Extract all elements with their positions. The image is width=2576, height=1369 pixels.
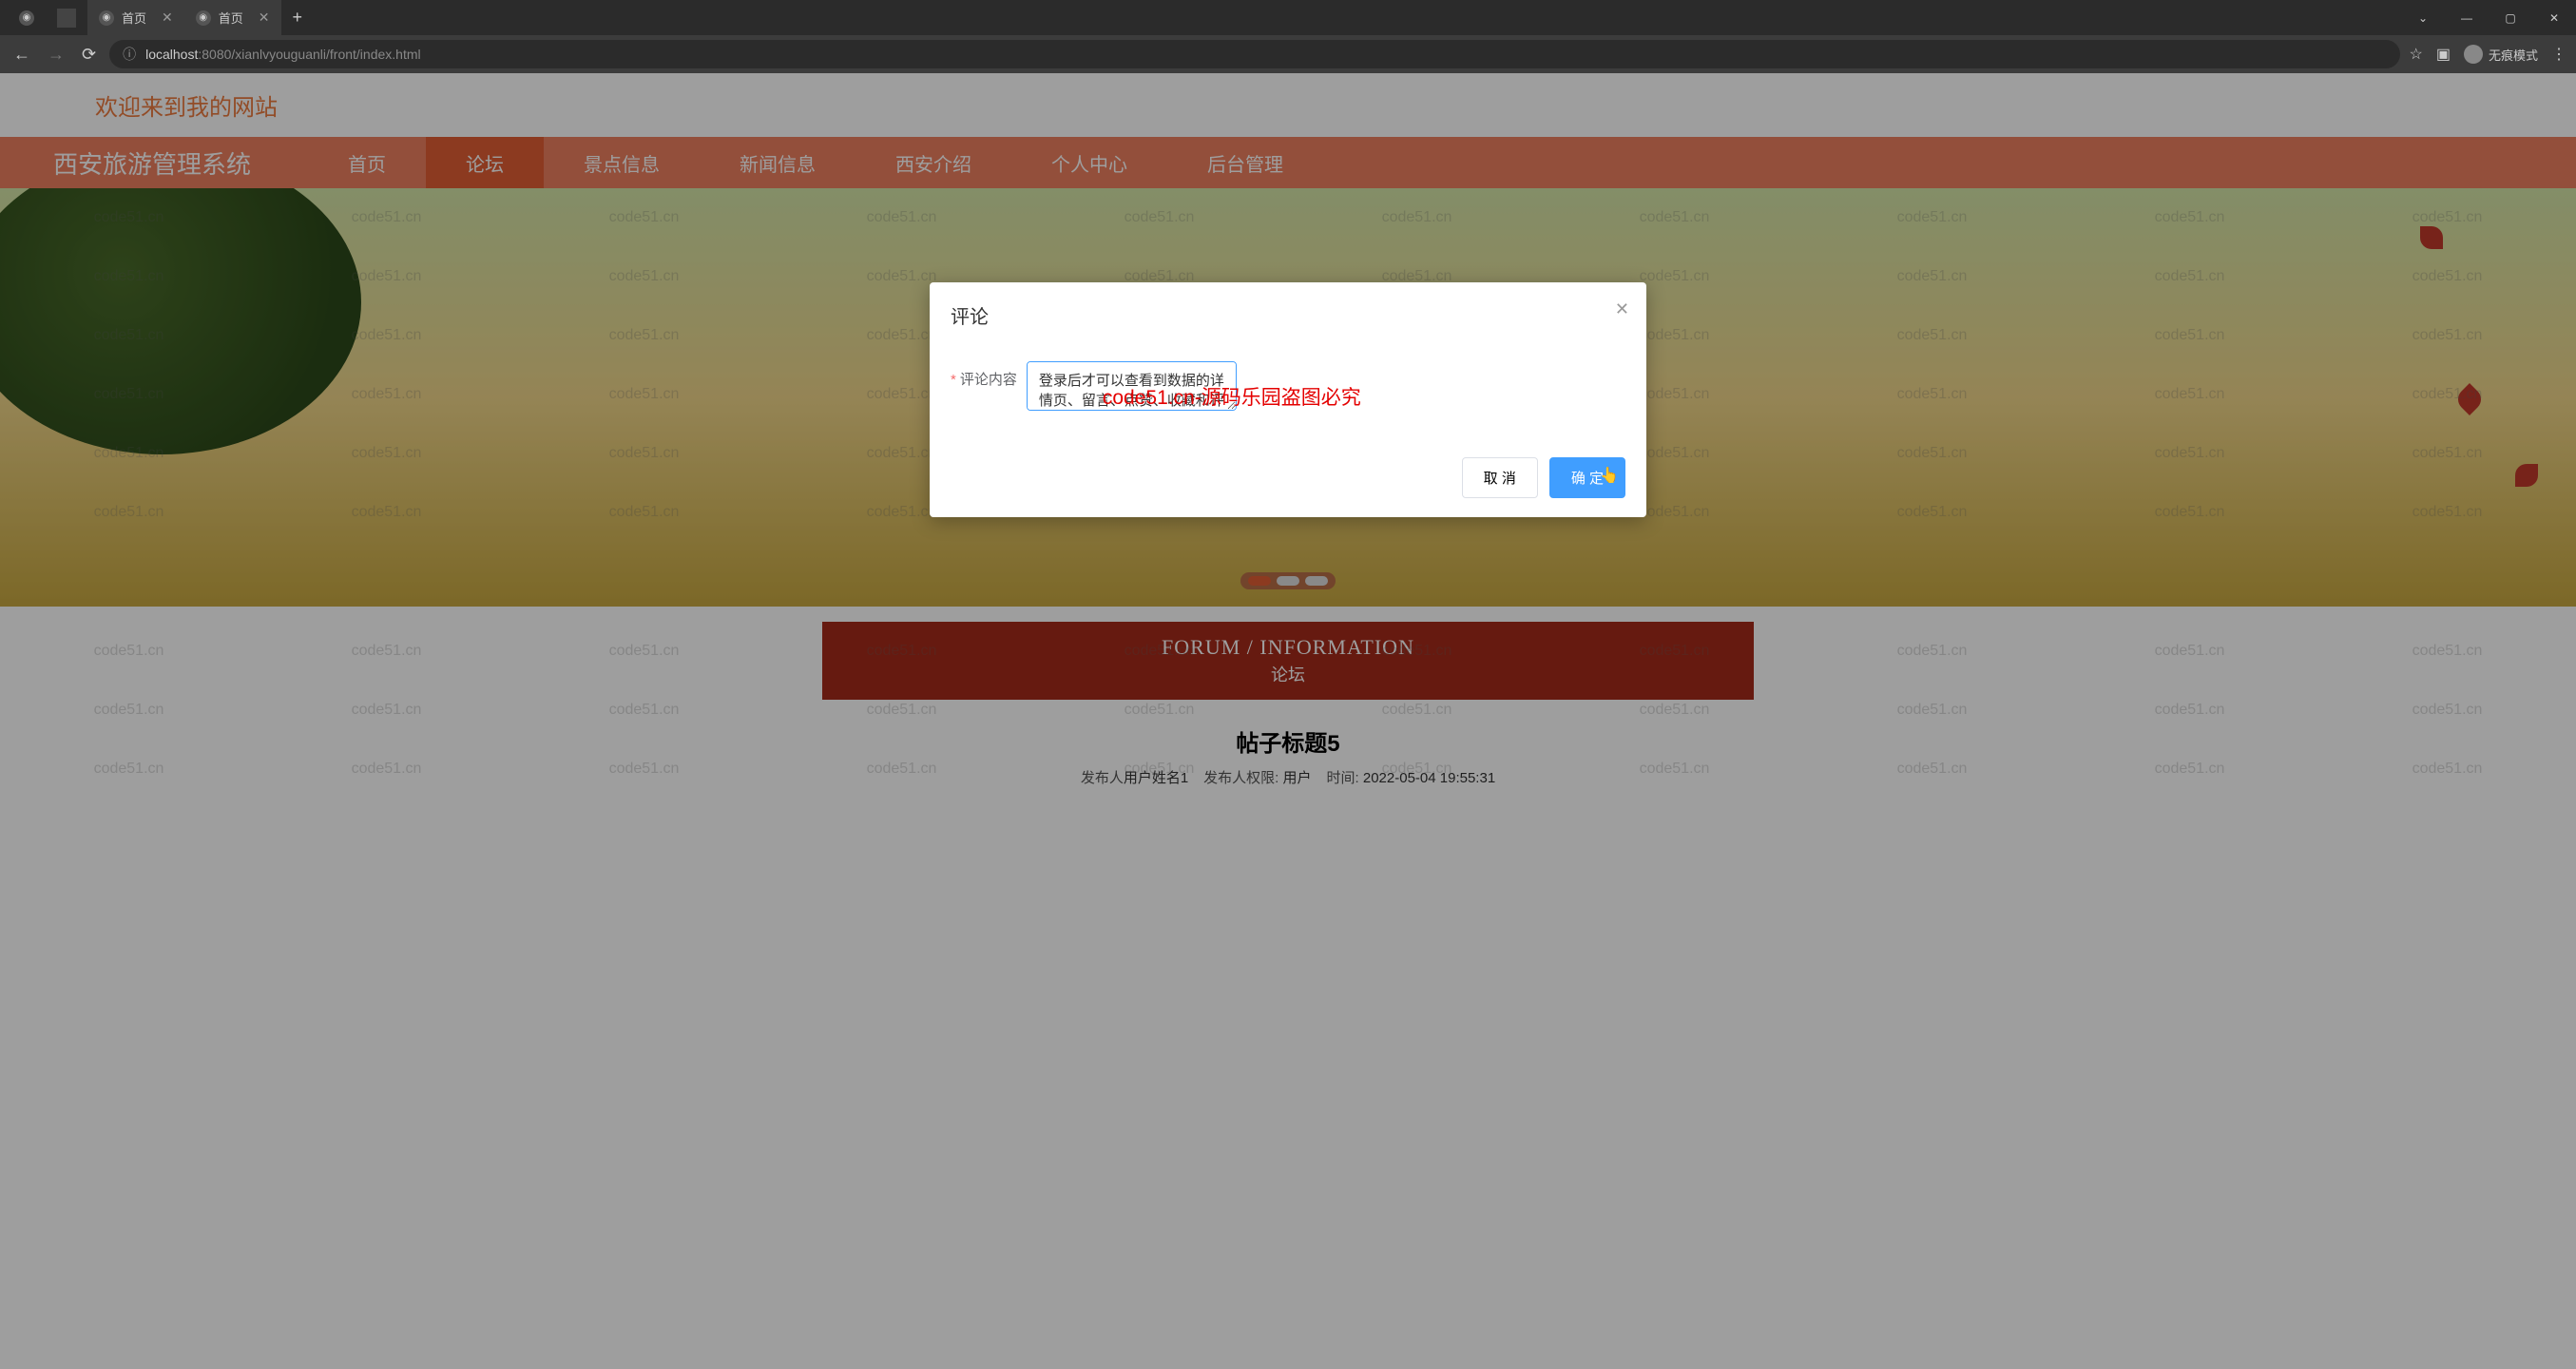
bookmark-icon[interactable]: ☆: [2410, 45, 2423, 64]
app-icon: [57, 9, 76, 28]
globe-icon: ◉: [196, 10, 211, 26]
url-text: localhost:8080/xianlvyouguanli/front/ind…: [145, 47, 421, 62]
menu-icon[interactable]: ⋮: [2551, 45, 2566, 64]
tab-title: 首页: [122, 9, 146, 27]
minimize-button[interactable]: —: [2445, 0, 2489, 35]
close-icon[interactable]: ✕: [162, 10, 173, 26]
new-tab-button[interactable]: +: [281, 8, 315, 28]
forward-button[interactable]: →: [44, 41, 68, 68]
pinned-tab[interactable]: ◉: [8, 0, 46, 35]
required-star: *: [951, 372, 956, 388]
maximize-button[interactable]: ▢: [2489, 0, 2532, 35]
cancel-button[interactable]: 取 消: [1462, 457, 1538, 498]
info-icon: ⓘ: [123, 45, 136, 64]
pinned-tab-2[interactable]: [46, 0, 87, 35]
dialog-footer: 取 消 确 定 👆: [930, 444, 1646, 517]
comment-dialog: 评论 ✕ *评论内容 code51.cn-源码乐园盗图必究 取 消 确 定 👆: [930, 282, 1646, 517]
back-button[interactable]: ←: [10, 41, 34, 68]
tab-1[interactable]: ◉ 首页 ✕: [87, 0, 184, 35]
close-icon[interactable]: ✕: [259, 10, 270, 26]
chevron-down-icon[interactable]: ⌄: [2401, 0, 2445, 35]
devtools-icon[interactable]: ▣: [2436, 45, 2451, 64]
modal-overlay: 评论 ✕ *评论内容 code51.cn-源码乐园盗图必究 取 消 确 定 👆: [0, 73, 2576, 1369]
window-controls: ⌄ — ▢ ✕: [2401, 0, 2576, 35]
cursor-icon: 👆: [1600, 466, 1619, 485]
field-label: *评论内容: [951, 361, 1017, 389]
globe-icon: ◉: [19, 10, 34, 26]
reload-button[interactable]: ⟳: [78, 41, 100, 68]
dialog-body: *评论内容 code51.cn-源码乐园盗图必究: [930, 338, 1646, 444]
browser-tab-bar: ◉ ◉ 首页 ✕ ◉ 首页 ✕ + ⌄ — ▢ ✕: [0, 0, 2576, 35]
incognito-badge: 无痕模式: [2464, 45, 2538, 64]
confirm-button[interactable]: 确 定 👆: [1549, 457, 1625, 498]
dialog-title: 评论: [930, 282, 1646, 338]
browser-address-bar: ← → ⟳ ⓘ localhost:8080/xianlvyouguanli/f…: [0, 35, 2576, 73]
close-window-button[interactable]: ✕: [2532, 0, 2576, 35]
viewport: 欢迎来到我的网站 西安旅游管理系统 首页 论坛 景点信息 新闻信息 西安介绍 个…: [0, 73, 2576, 1369]
close-icon[interactable]: ✕: [1615, 299, 1629, 319]
tab-title: 首页: [219, 9, 243, 27]
comment-textarea[interactable]: [1027, 361, 1237, 411]
url-input[interactable]: ⓘ localhost:8080/xianlvyouguanli/front/i…: [109, 40, 2399, 68]
globe-icon: ◉: [99, 10, 114, 26]
tab-2[interactable]: ◉ 首页 ✕: [184, 0, 281, 35]
incognito-icon: [2464, 45, 2483, 64]
